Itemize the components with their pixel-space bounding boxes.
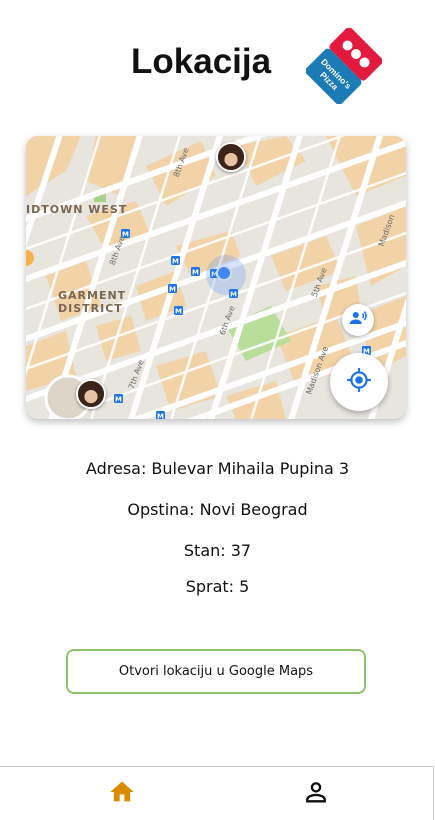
map-view[interactable]: M M M M M M M M M M IDTOWN WEST GARMENT … (26, 136, 406, 419)
header: Lokacija Domino's Pizza (0, 27, 435, 105)
home-icon (108, 778, 136, 811)
nav-profile-tab[interactable] (276, 767, 356, 820)
apartment-text: Stan: 37 (183, 541, 252, 560)
svg-text:M: M (192, 269, 199, 277)
page-title: Lokacija (131, 42, 272, 81)
svg-text:M: M (157, 413, 164, 420)
floor-text: Sprat: 5 (185, 577, 250, 596)
bottom-navigation (0, 766, 434, 820)
person-icon (302, 778, 330, 811)
friend-avatar-marker[interactable] (76, 379, 106, 409)
address-text: Adresa: Bulevar Mihaila Pupina 3 (85, 459, 350, 478)
map-label-garment-district: GARMENT DISTRICT (58, 289, 127, 315)
person-share-icon (349, 309, 367, 332)
my-location-icon (346, 367, 372, 398)
svg-text:M: M (169, 286, 176, 294)
dominos-logo: Domino's Pizza (305, 27, 383, 105)
my-location-button[interactable] (330, 353, 388, 411)
map-label-midtown-west: IDTOWN WEST (26, 203, 128, 216)
svg-text:M: M (115, 396, 122, 404)
friend-avatar-marker[interactable] (216, 142, 246, 172)
share-location-button[interactable] (342, 304, 374, 336)
svg-text:M: M (175, 308, 182, 316)
current-location-dot (216, 265, 232, 281)
svg-text:M: M (172, 258, 179, 266)
nav-home-tab[interactable] (82, 767, 162, 820)
open-google-maps-button[interactable]: Otvori lokaciju u Google Maps (66, 649, 366, 694)
municipality-text: Opstina: Novi Beograd (127, 500, 308, 519)
